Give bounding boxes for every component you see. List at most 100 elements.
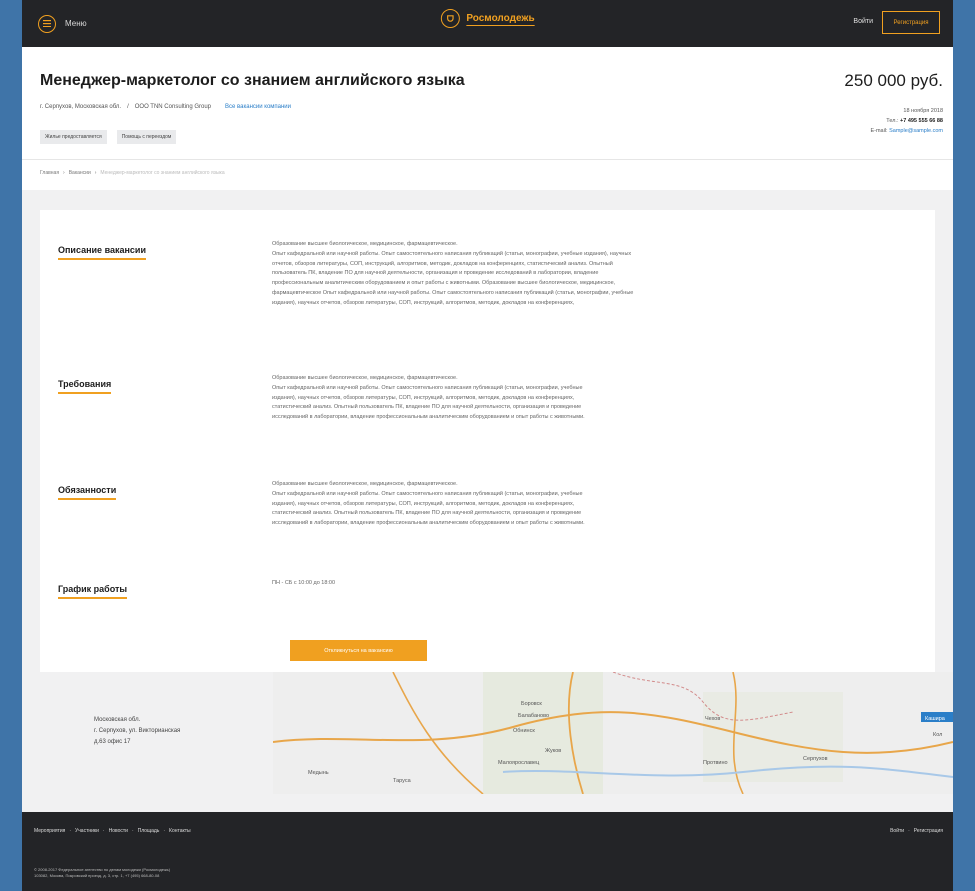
address: Московская обл. г. Серпухов, ул. Виктори… xyxy=(94,715,180,748)
section-duties: Обязанности xyxy=(58,480,117,500)
email-line: E-mail: Sample@sample.com xyxy=(870,126,943,136)
footer-bullet: · xyxy=(163,828,166,834)
text-line: исследований в лаборатории, владение про… xyxy=(272,414,585,421)
section-requirements: Требования xyxy=(58,374,112,394)
address-region: Московская обл. xyxy=(94,717,141,723)
phone-label: Тел.: xyxy=(886,118,899,124)
address-office: д.63 офис 17 xyxy=(94,739,131,745)
copyright: © 2008-2017 Федеральное агентство по дел… xyxy=(34,867,234,879)
text-line: пользователь ПК, владение ПО для научной… xyxy=(272,270,599,277)
text-line: Опыт кафедральной или научной работы. Оп… xyxy=(272,384,583,391)
map-label: Обнинск xyxy=(513,728,535,734)
section-title: Обязанности xyxy=(58,485,117,500)
address-street: г. Серпухов, ул. Викторианская xyxy=(94,728,181,734)
footer-nav: Мероприятия · Участники · Новости · Площ… xyxy=(34,828,191,834)
login-link[interactable]: Войти xyxy=(853,18,873,25)
text-line: статистический анализ. Опытный пользоват… xyxy=(272,404,582,411)
section-title: Описание вакансии xyxy=(58,245,147,260)
text-line: исследований в лаборатории, владение про… xyxy=(272,520,585,527)
section-title: Требования xyxy=(58,379,112,394)
logo-text: Росмолодежь xyxy=(466,13,535,24)
contact-info: 18 ноября 2018 Тел.: +7 495 555 66 88 E-… xyxy=(870,106,943,136)
map-label: Медынь xyxy=(308,770,329,776)
job-meta: г. Серпухов, Московская обл. / OOO TNN C… xyxy=(40,104,291,110)
footer-bullet: · xyxy=(102,828,105,834)
top-navbar: Меню Росмолодежь Войти Регистрация xyxy=(22,0,953,47)
footer-bullet: · xyxy=(131,828,134,834)
tag-relocation: Помощь с переездом xyxy=(116,130,177,144)
page: Меню Росмолодежь Войти Регистрация Менед… xyxy=(22,0,953,891)
phone-line: Тел.: +7 495 555 66 88 xyxy=(870,116,943,126)
section-schedule-text: ПН - СБ с 10:00 до 18:00 xyxy=(272,579,842,589)
footer-link-events[interactable]: Мероприятия xyxy=(34,828,65,834)
section-description-text: Образование высшее биологическое, медици… xyxy=(272,240,842,309)
section-description: Описание вакансии xyxy=(58,240,147,260)
breadcrumb-home[interactable]: Главная xyxy=(40,170,59,176)
text-line: статистический анализ. Опытный пользоват… xyxy=(272,510,582,517)
meta-separator: / xyxy=(127,104,129,110)
map-label: Кол xyxy=(933,732,942,738)
hamburger-icon xyxy=(38,14,56,33)
text-line: отчетов, обзоров литературы, СОП, инстру… xyxy=(272,260,613,267)
menu-button[interactable]: Меню xyxy=(38,14,87,33)
text-line: Опыт кафедральной или научной работы. Оп… xyxy=(272,490,583,497)
section-requirements-text: Образование высшее биологическое, медици… xyxy=(272,374,842,423)
text-line: издания), научных отчетов, обзоров литер… xyxy=(272,299,575,306)
all-vacancies-link[interactable]: Все вакансии компании xyxy=(225,104,291,110)
job-location: г. Серпухов, Московская обл. xyxy=(40,104,122,110)
map-label: Серпухов xyxy=(803,756,828,762)
map-label: Протвино xyxy=(703,760,728,766)
footer-bullet: · xyxy=(69,828,72,834)
divider xyxy=(22,159,953,160)
footer-link-participants[interactable]: Участники xyxy=(75,828,99,834)
email-label: E-mail: xyxy=(870,128,888,134)
logo[interactable]: Росмолодежь xyxy=(440,9,535,28)
breadcrumb: Главная › Вакансии › Менеджер-маркетолог… xyxy=(40,170,225,176)
menu-label: Меню xyxy=(65,19,87,28)
section-duties-text: Образование высшее биологическое, медици… xyxy=(272,480,842,529)
breadcrumb-sep: › xyxy=(94,170,97,176)
footer-link-area[interactable]: Площадь xyxy=(138,828,160,834)
phone-number[interactable]: +7 495 555 66 88 xyxy=(900,118,943,124)
map-label: Балабаново xyxy=(518,713,549,719)
salary: 250 000 руб. xyxy=(844,71,943,90)
map-label: Малоярославец xyxy=(498,760,540,766)
job-header: Менеджер-маркетолог со знанием английско… xyxy=(22,47,953,159)
map-label: Кашира xyxy=(925,716,946,722)
footer-link-news[interactable]: Новости xyxy=(109,828,128,834)
posted-date: 18 ноября 2018 xyxy=(903,108,943,114)
footer-auth: Войти · Регистрация xyxy=(890,828,943,834)
breadcrumb-current: Менеджер-маркетолог со знанием английско… xyxy=(100,170,225,176)
footer-link-contacts[interactable]: Контакты xyxy=(169,828,191,834)
map-label: Чехов xyxy=(705,716,720,722)
section-schedule: График работы xyxy=(58,579,128,599)
text-line: ПН - СБ с 10:00 до 18:00 xyxy=(272,580,336,586)
register-button[interactable]: Регистрация xyxy=(882,11,940,34)
text-line: фармацевтическое Опыт кафедральной или н… xyxy=(272,289,634,296)
vacancy-card: Описание вакансии Образование высшее био… xyxy=(40,210,935,672)
map-label: Жуков xyxy=(545,748,561,754)
tag-housing: Жилье предоставляется xyxy=(40,130,107,144)
text-line: издания), научных отчетов, обзоров литер… xyxy=(272,394,575,401)
company-name[interactable]: OOO TNN Consulting Group xyxy=(135,104,211,110)
job-tags: Жилье предоставляется Помощь с переездом xyxy=(40,130,177,144)
footer-register[interactable]: Регистрация xyxy=(914,828,943,834)
text-line: Образование высшее биологическое, медици… xyxy=(272,481,458,487)
map-label: Боровск xyxy=(521,701,542,707)
footer-login[interactable]: Войти xyxy=(890,828,904,834)
map-canvas: Боровск Балабаново Обнинск Чехов Малояро… xyxy=(273,672,953,794)
text-line: издания), научных отчетов, обзоров литер… xyxy=(272,500,575,507)
text-line: Образование высшее биологическое, медици… xyxy=(272,241,458,247)
email-link[interactable]: Sample@sample.com xyxy=(889,128,943,134)
footer-bullet: · xyxy=(908,828,910,834)
map-label: Таруса xyxy=(393,778,412,784)
copyright-address: 103082, Москва, Покровский проезд, д. 3,… xyxy=(34,873,160,878)
footer: Мероприятия · Участники · Новости · Площ… xyxy=(22,812,953,891)
job-title: Менеджер-маркетолог со знанием английско… xyxy=(40,72,465,89)
apply-button[interactable]: Откликнуться на вакансию xyxy=(290,640,427,661)
breadcrumb-vacancies[interactable]: Вакансии xyxy=(69,170,91,176)
text-line: Опыт кафедральной или научной работы. Оп… xyxy=(272,250,632,257)
logo-icon xyxy=(440,9,460,28)
map[interactable]: Боровск Балабаново Обнинск Чехов Малояро… xyxy=(273,672,953,794)
text-line: Образование высшее биологическое, медици… xyxy=(272,375,458,381)
